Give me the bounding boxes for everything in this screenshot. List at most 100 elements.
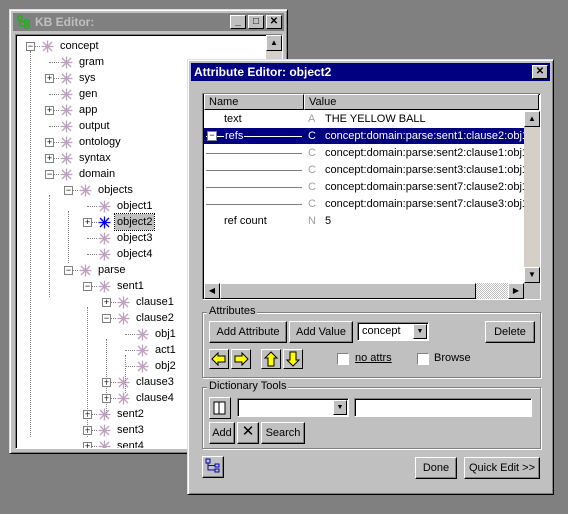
move-up-button[interactable] — [261, 349, 281, 369]
minimize-button[interactable]: _ — [230, 15, 246, 29]
no-attrs-label: no attrs — [355, 352, 392, 364]
collapse-icon[interactable]: − — [26, 42, 35, 51]
attribute-row[interactable]: − refs Cconcept:domain:parse:sent1:clause2… — [204, 128, 528, 144]
attribute-type: A — [308, 113, 316, 125]
tree-guide-line — [30, 51, 31, 437]
add-attribute-button[interactable]: Add Attribute — [209, 321, 287, 343]
remove-button[interactable]: ✕ — [237, 422, 259, 444]
kb-editor-title: KB Editor: — [35, 15, 95, 29]
list-scroll-up-button[interactable]: ▲ — [524, 111, 540, 127]
attributes-group: Attributes Add Attribute Add Value conce… — [202, 305, 541, 378]
attribute-editor-titlebar[interactable]: Attribute Editor: object2 ✕ — [191, 63, 550, 81]
done-button[interactable]: Done — [415, 457, 457, 479]
collapse-icon[interactable]: − — [207, 131, 217, 141]
tree-connector — [49, 62, 59, 63]
tree-view-button[interactable] — [202, 456, 224, 478]
chevron-down-icon[interactable]: ▼ — [333, 400, 347, 415]
tree-connector — [87, 254, 97, 255]
kb-app-icon — [17, 15, 31, 29]
arrow-down-icon — [285, 351, 301, 367]
expand-icon[interactable]: + — [102, 298, 111, 307]
attribute-list[interactable]: Name Value text A THE YELLOW BALL − refs Ccon… — [202, 93, 541, 300]
dictionary-combo[interactable]: ▼ — [237, 398, 349, 417]
attribute-value: THE YELLOW BALL — [325, 113, 426, 125]
type-select-value: concept — [362, 325, 401, 337]
tree-node-label: domain — [79, 168, 116, 180]
star-node-icon — [98, 200, 111, 213]
attribute-row[interactable]: Cconcept:domain:parse:sent7:clause2:obj1 — [204, 179, 528, 195]
star-node-icon — [60, 168, 73, 181]
attribute-type: C — [308, 164, 316, 176]
move-down-button[interactable] — [283, 349, 303, 369]
tree-node-label: clause3 — [136, 376, 174, 388]
column-header-name[interactable]: Name — [204, 94, 304, 110]
row-connector-line — [206, 153, 302, 154]
tree-node-label: concept — [60, 40, 99, 52]
delete-button[interactable]: Delete — [485, 321, 535, 343]
close-button[interactable]: ✕ — [532, 65, 548, 79]
dictionary-tools-group: Dictionary Tools ▼ Add ✕ Search — [202, 380, 541, 449]
list-scroll-down-button[interactable]: ▼ — [524, 267, 540, 283]
move-left-button[interactable] — [209, 349, 229, 369]
expand-icon[interactable]: + — [45, 106, 54, 115]
dictionary-text-input[interactable] — [354, 398, 532, 417]
horizontal-scroll-thumb[interactable] — [220, 283, 476, 299]
arrow-left-icon — [211, 351, 226, 367]
no-attrs-checkbox[interactable] — [337, 353, 349, 365]
expand-icon[interactable]: + — [45, 74, 54, 83]
tree-node-label: objects — [98, 184, 133, 196]
expand-icon[interactable]: + — [45, 138, 54, 147]
attribute-row[interactable]: Cconcept:domain:parse:sent7:clause3:obj1 — [204, 196, 528, 212]
attribute-row[interactable]: Cconcept:domain:parse:sent2:clause1:obj1 — [204, 145, 528, 161]
tree-connector — [125, 366, 135, 367]
browse-checkbox[interactable] — [417, 353, 429, 365]
tree-node-label: obj2 — [155, 360, 176, 372]
list-horizontal-scrollbar[interactable]: ◀ ▶ — [204, 283, 524, 299]
chevron-down-icon[interactable]: ▼ — [413, 324, 427, 339]
collapse-icon[interactable]: − — [64, 266, 73, 275]
collapse-icon[interactable]: − — [45, 170, 54, 179]
list-scroll-left-button[interactable]: ◀ — [204, 283, 220, 299]
search-button[interactable]: Search — [261, 422, 305, 444]
tree-node[interactable]: − concept — [16, 38, 266, 54]
row-connector-line — [206, 170, 302, 171]
star-node-icon — [98, 440, 111, 448]
attribute-row[interactable]: text A THE YELLOW BALL — [204, 111, 524, 127]
tree-node-label: syntax — [79, 152, 111, 164]
expand-icon[interactable]: + — [83, 442, 92, 448]
dictionary-tools-label: Dictionary Tools — [207, 380, 289, 392]
tree-node-label: app — [79, 104, 98, 116]
tree-node-label: ontology — [79, 136, 121, 148]
attribute-row[interactable]: Cconcept:domain:parse:sent3:clause1:obj1 — [204, 162, 528, 178]
tree-node-label: clause4 — [136, 392, 174, 404]
kb-editor-titlebar[interactable]: KB Editor: _ □ ✕ — [13, 13, 284, 31]
add-button[interactable]: Add — [209, 422, 235, 444]
dictionary-button[interactable] — [209, 397, 231, 419]
attribute-row[interactable]: ref count N 5 — [204, 213, 524, 229]
quick-edit-button[interactable]: Quick Edit >> — [464, 457, 540, 479]
list-scroll-right-button[interactable]: ▶ — [508, 283, 524, 299]
tree-node-label: gen — [79, 88, 98, 100]
star-node-icon — [117, 312, 130, 325]
collapse-icon[interactable]: − — [83, 282, 92, 291]
attribute-value: concept:domain:parse:sent1:clause2:obj1 — [325, 130, 529, 142]
add-value-button[interactable]: Add Value — [289, 321, 353, 343]
scroll-up-button[interactable]: ▲ — [266, 35, 282, 51]
expand-icon[interactable]: + — [45, 154, 54, 163]
move-right-button[interactable] — [231, 349, 251, 369]
close-button[interactable]: ✕ — [266, 15, 282, 29]
tree-node-label: object1 — [117, 200, 153, 212]
tree-node-label: object4 — [117, 248, 153, 260]
list-vertical-scrollbar[interactable]: ▲ ▼ — [524, 111, 540, 283]
tree-node-label: sent3 — [117, 424, 144, 436]
type-select[interactable]: concept ▼ — [357, 322, 429, 341]
column-header-value[interactable]: Value — [304, 94, 539, 110]
star-node-icon — [98, 232, 111, 245]
tree-node-label: object3 — [117, 232, 153, 244]
expand-icon[interactable]: + — [83, 218, 92, 227]
maximize-button[interactable]: □ — [248, 15, 264, 29]
star-node-icon — [60, 152, 73, 165]
collapse-icon[interactable]: − — [102, 314, 111, 323]
star-node-icon — [60, 104, 73, 117]
collapse-icon[interactable]: − — [64, 186, 73, 195]
